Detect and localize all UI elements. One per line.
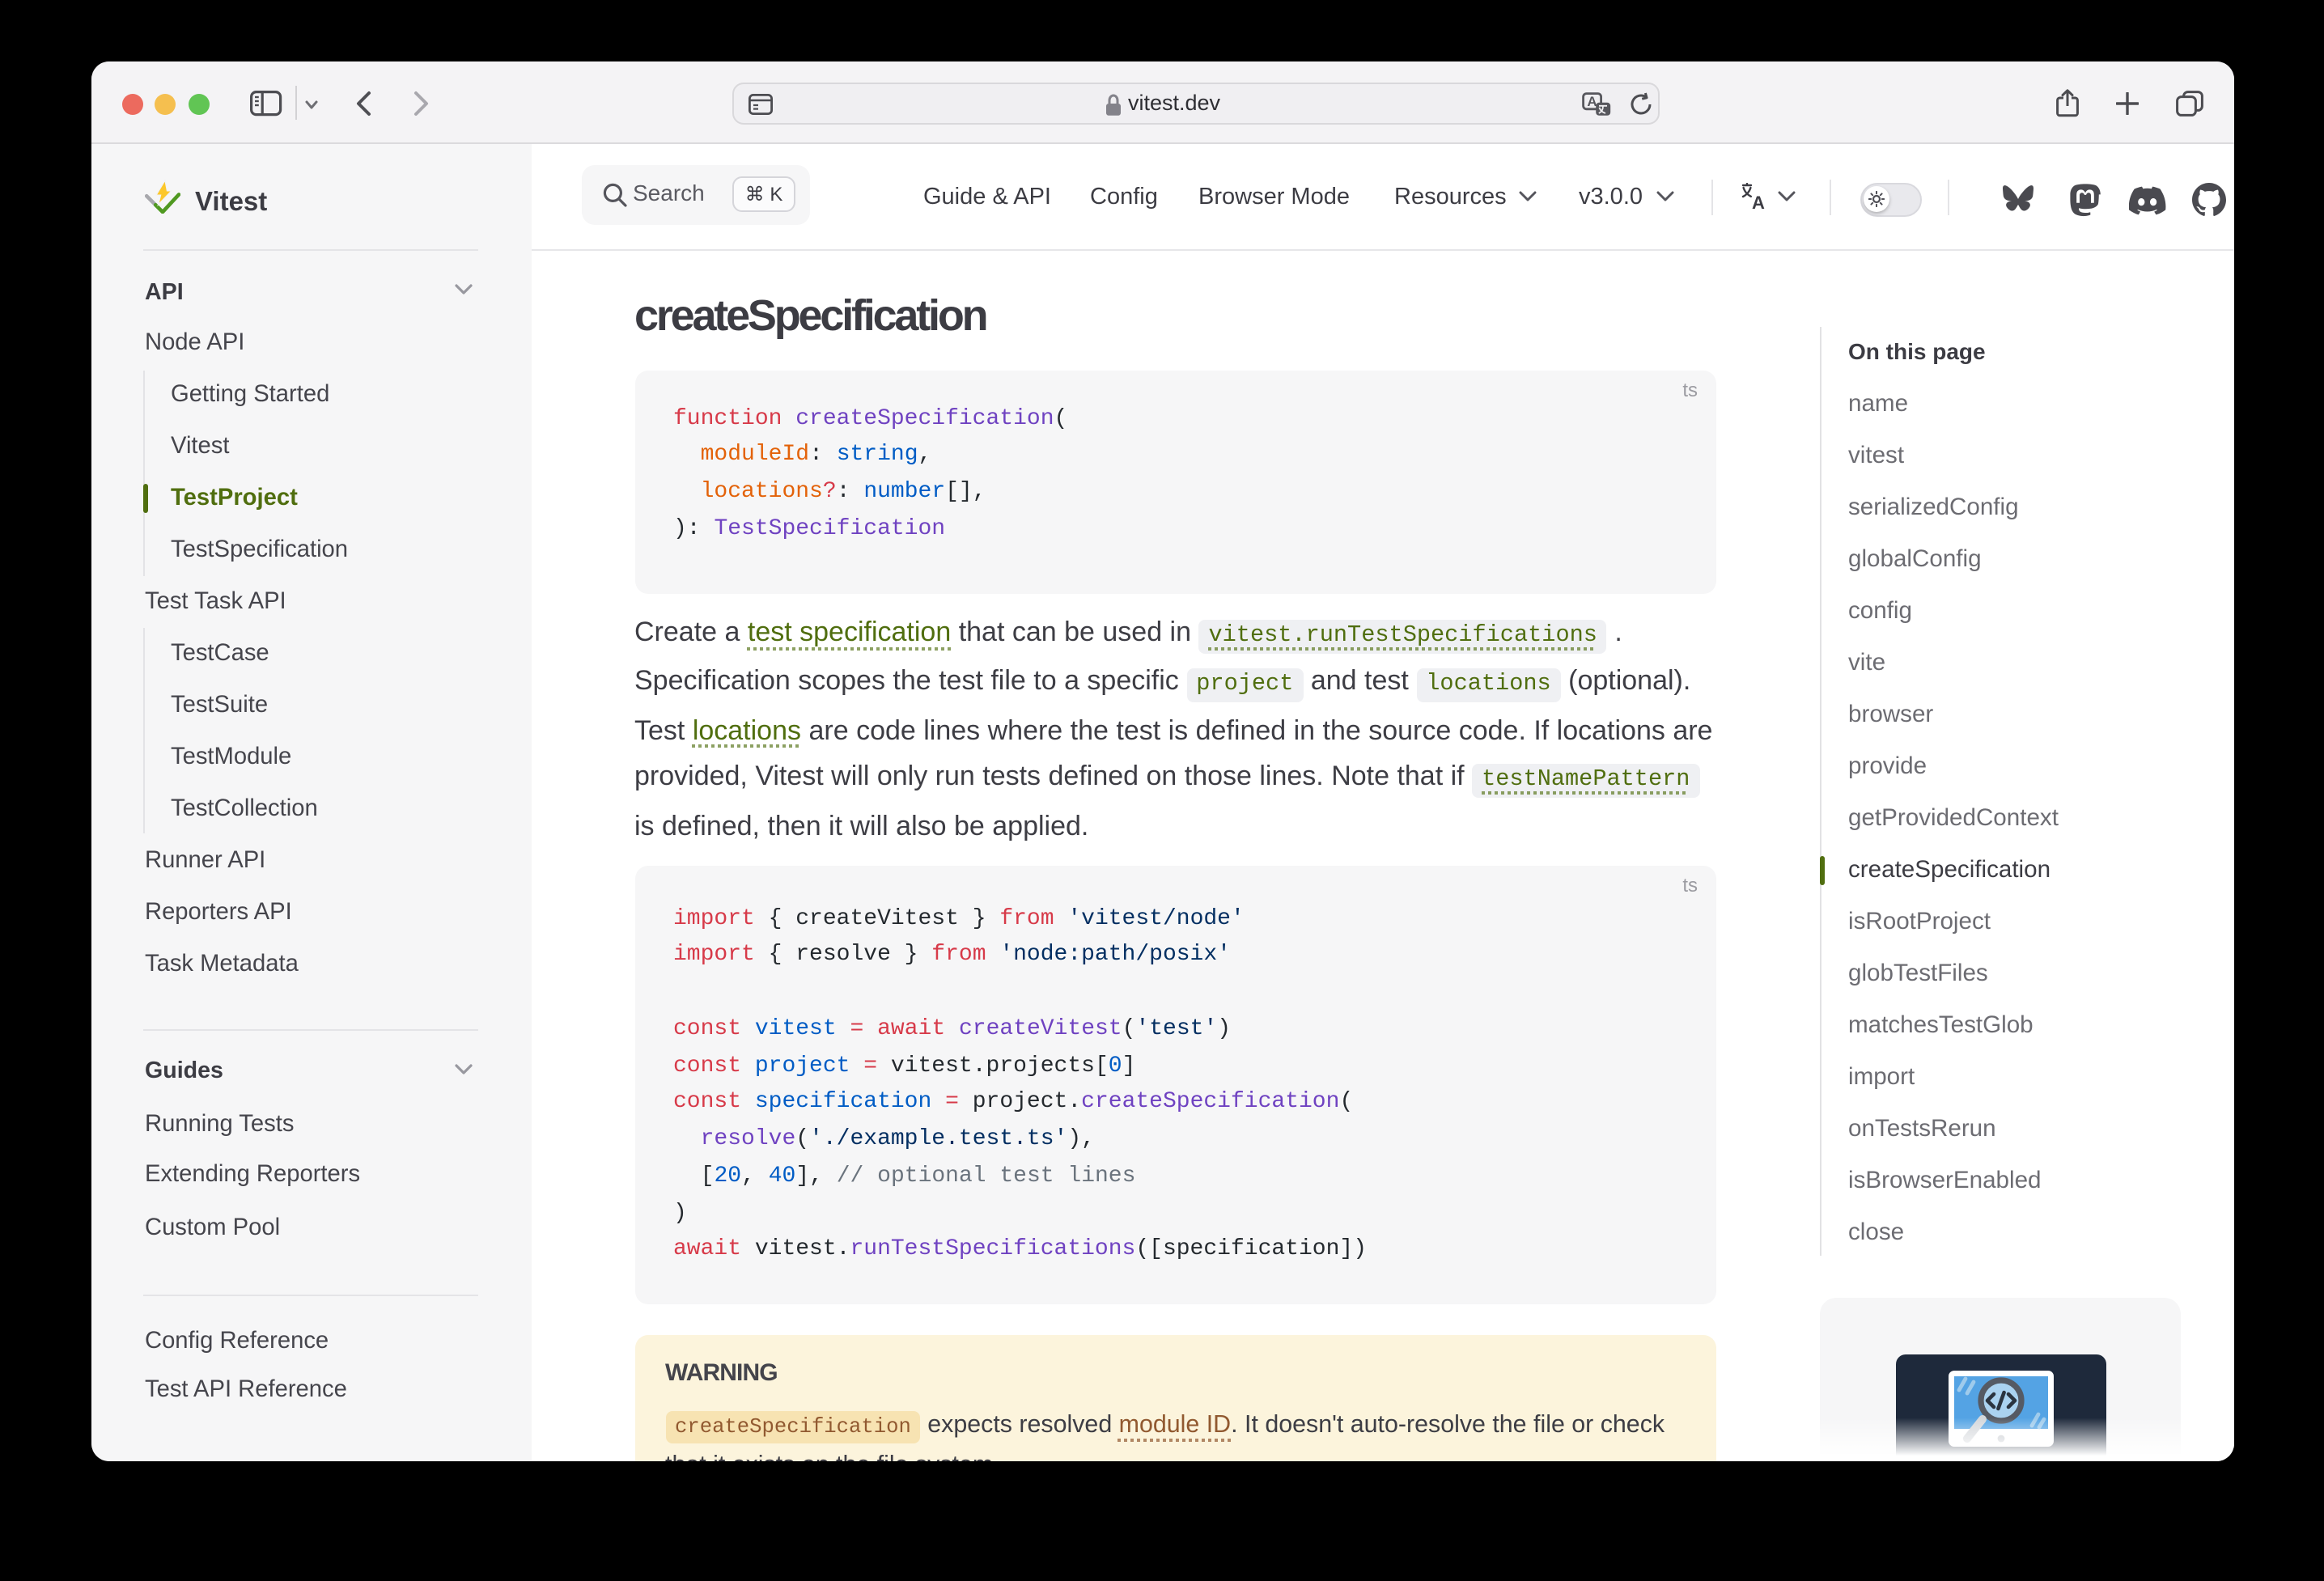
svg-text:A: A xyxy=(1586,93,1596,108)
svg-text:A: A xyxy=(1752,193,1765,210)
